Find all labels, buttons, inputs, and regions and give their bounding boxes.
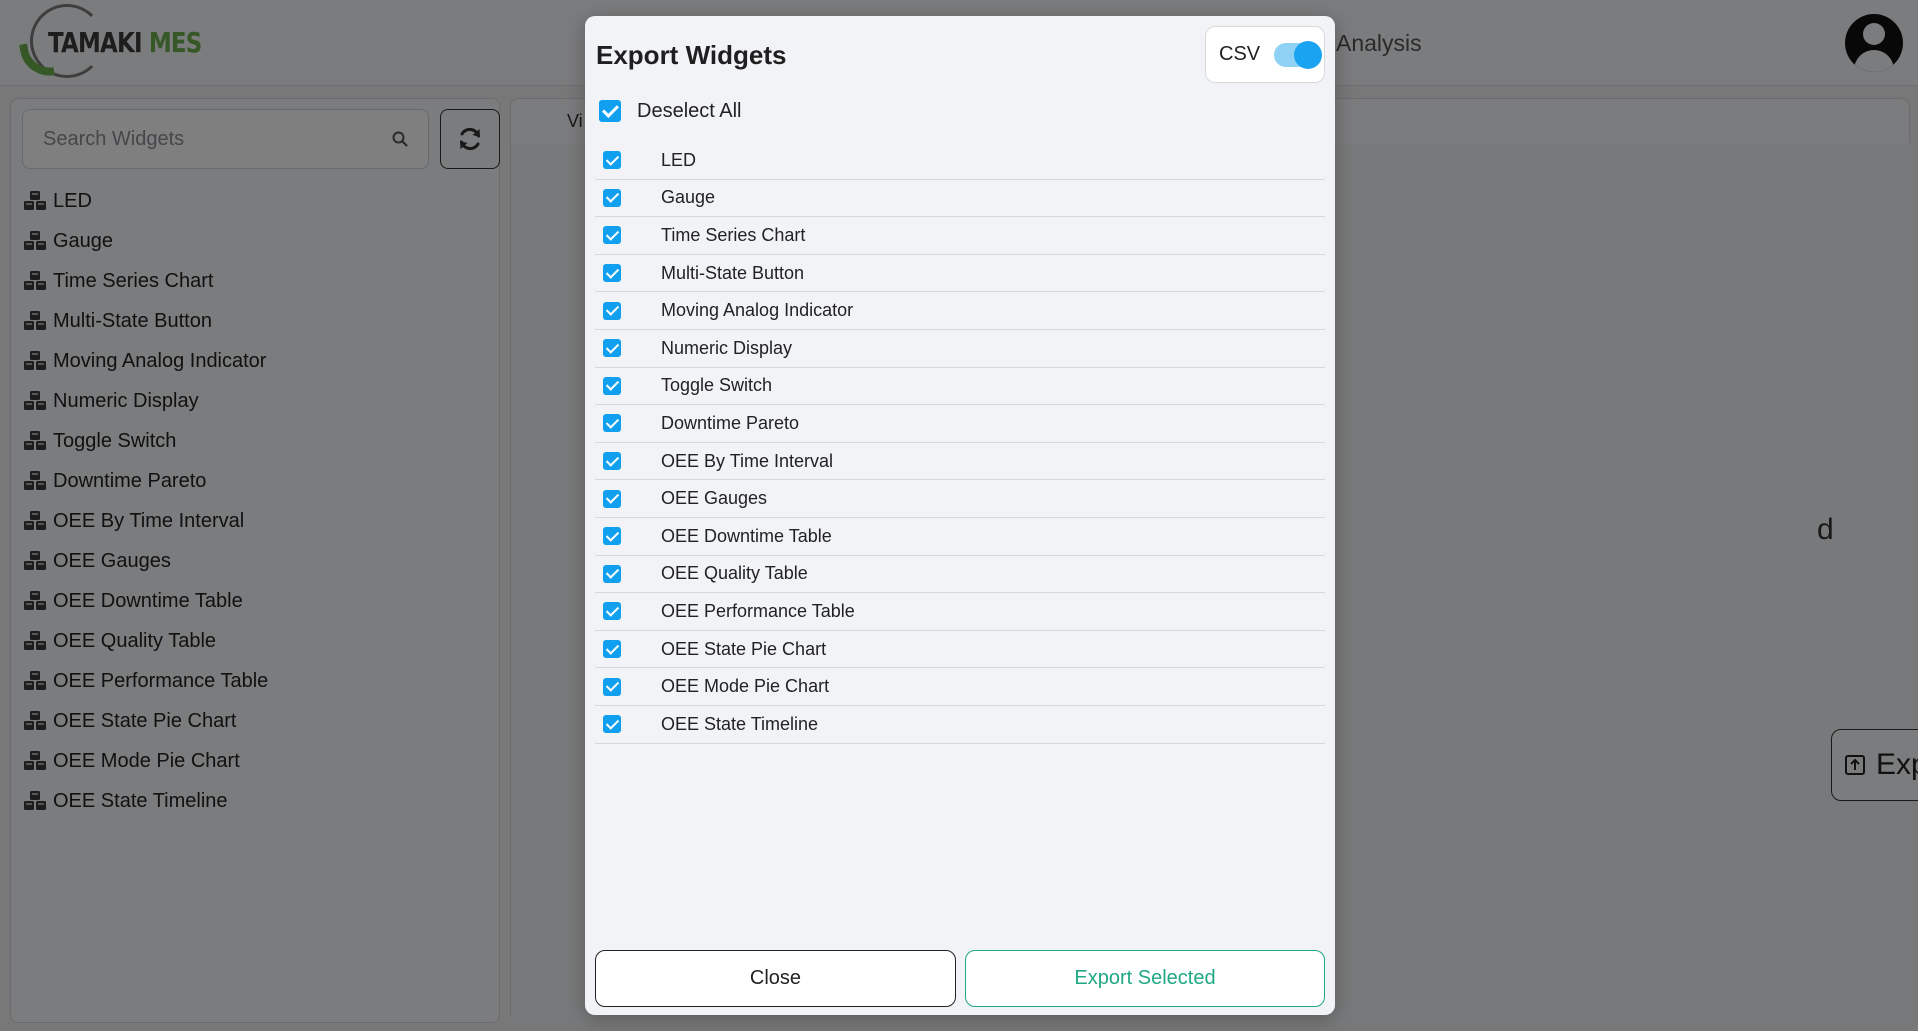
export-item-label: OEE Performance Table: [661, 600, 855, 621]
export-item-row[interactable]: OEE Performance Table: [595, 593, 1325, 631]
export-widgets-modal: Export Widgets CSV Deselect All LED Gauge…: [585, 16, 1335, 1015]
export-item-label: Downtime Pareto: [661, 412, 800, 433]
export-item-row[interactable]: OEE Gauges: [595, 480, 1325, 518]
export-item-row[interactable]: LED: [595, 142, 1325, 180]
export-item-label: Time Series Chart: [661, 224, 806, 245]
export-item-label: OEE Mode Pie Chart: [661, 676, 830, 697]
export-item-row[interactable]: OEE By Time Interval: [595, 443, 1325, 481]
export-item-label: Gauge: [661, 187, 716, 208]
export-item-label: OEE By Time Interval: [661, 450, 834, 471]
export-item-checkbox[interactable]: [603, 226, 621, 245]
export-item-row[interactable]: OEE State Timeline: [595, 706, 1325, 744]
export-item-label: OEE Downtime Table: [661, 525, 832, 546]
export-item-checkbox[interactable]: [603, 264, 621, 283]
deselect-all-label: Deselect All: [637, 99, 742, 122]
deselect-all-checkbox[interactable]: [599, 100, 621, 122]
export-item-row[interactable]: OEE State Pie Chart: [595, 631, 1325, 669]
export-item-label: OEE Quality Table: [661, 563, 808, 584]
export-item-checkbox[interactable]: [603, 489, 621, 508]
export-item-row[interactable]: Multi-State Button: [595, 255, 1325, 293]
csv-toggle[interactable]: CSV: [1205, 26, 1325, 83]
export-item-checkbox[interactable]: [603, 715, 621, 734]
export-item-list: LED Gauge Time Series Chart Multi-State But…: [595, 142, 1325, 744]
export-item-row[interactable]: OEE Downtime Table: [595, 518, 1325, 556]
export-item-row[interactable]: OEE Mode Pie Chart: [595, 668, 1325, 706]
export-item-row[interactable]: Downtime Pareto: [595, 405, 1325, 443]
export-item-label: LED: [661, 149, 697, 170]
csv-label: CSV: [1219, 43, 1261, 65]
export-item-label: Multi-State Button: [661, 262, 805, 283]
export-item-label: Numeric Display: [661, 337, 793, 358]
export-item-checkbox[interactable]: [603, 640, 621, 659]
export-item-label: OEE Gauges: [661, 488, 768, 509]
export-item-row[interactable]: Time Series Chart: [595, 217, 1325, 255]
deselect-all-row[interactable]: Deselect All: [599, 96, 742, 126]
export-item-label: Moving Analog Indicator: [661, 300, 854, 321]
modal-title: Export Widgets: [596, 40, 787, 70]
export-item-checkbox[interactable]: [603, 602, 621, 621]
export-selected-button[interactable]: Export Selected: [965, 950, 1325, 1007]
export-item-row[interactable]: Numeric Display: [595, 330, 1325, 368]
export-item-checkbox[interactable]: [603, 677, 621, 696]
export-item-checkbox[interactable]: [603, 452, 621, 471]
export-item-checkbox[interactable]: [603, 188, 621, 207]
export-item-row[interactable]: Toggle Switch: [595, 368, 1325, 406]
export-item-label: OEE State Pie Chart: [661, 638, 827, 659]
export-item-checkbox[interactable]: [603, 151, 621, 170]
csv-switch-knob: [1294, 40, 1323, 69]
export-item-checkbox[interactable]: [603, 301, 621, 320]
export-item-label: OEE State Timeline: [661, 713, 819, 734]
export-item-row[interactable]: OEE Quality Table: [595, 556, 1325, 594]
export-item-row[interactable]: Moving Analog Indicator: [595, 292, 1325, 330]
export-item-checkbox[interactable]: [603, 339, 621, 358]
close-button[interactable]: Close: [595, 950, 956, 1007]
export-item-label: Toggle Switch: [661, 375, 773, 396]
csv-switch[interactable]: [1274, 40, 1323, 69]
export-item-row[interactable]: Gauge: [595, 180, 1325, 218]
export-item-checkbox[interactable]: [603, 414, 621, 433]
export-item-checkbox[interactable]: [603, 564, 621, 583]
export-item-checkbox[interactable]: [603, 376, 621, 395]
export-item-checkbox[interactable]: [603, 527, 621, 546]
